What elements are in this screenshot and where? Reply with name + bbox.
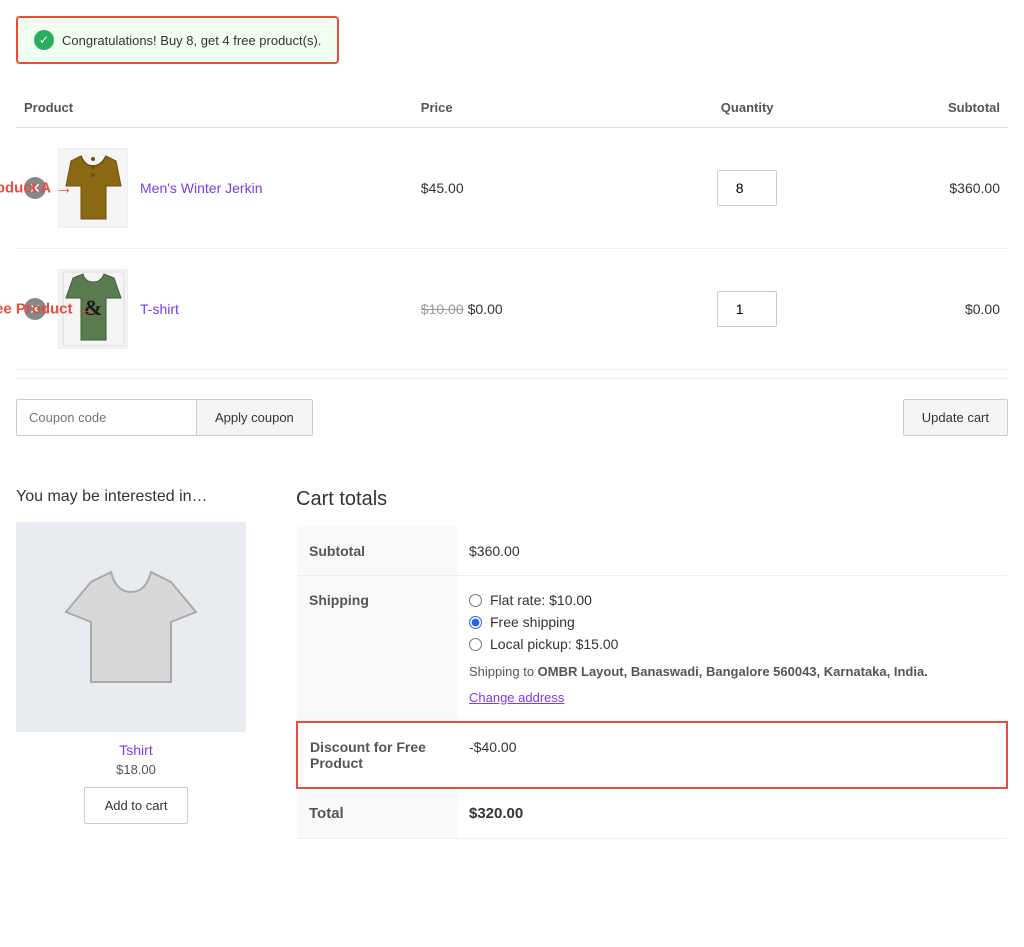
interested-section: You may be interested in… Tshirt $18.00 … bbox=[16, 488, 256, 839]
product-tshirt-link[interactable]: T-shirt bbox=[140, 301, 179, 317]
coupon-input[interactable] bbox=[16, 399, 196, 436]
annotation-product-a-label: Product A bbox=[0, 180, 51, 197]
coupon-left: Apply coupon bbox=[16, 399, 313, 436]
cart-row-tshirt: ✕ & Free Product bbox=[16, 249, 1008, 370]
flat-rate-option[interactable]: Flat rate: $10.00 bbox=[469, 592, 995, 608]
change-address-link[interactable]: Change address bbox=[469, 690, 995, 705]
cart-totals-section: Cart totals Subtotal $360.00 Shipping bbox=[296, 488, 1008, 839]
col-header-product: Product bbox=[16, 88, 413, 128]
shipping-label: Shipping bbox=[297, 576, 457, 722]
local-pickup-option[interactable]: Local pickup: $15.00 bbox=[469, 636, 995, 652]
jerkin-subtotal: $360.00 bbox=[841, 128, 1008, 249]
tshirt-price: $10.00$0.00 bbox=[413, 249, 654, 370]
shipping-address: Shipping to OMBR Layout, Banaswadi, Bang… bbox=[469, 662, 995, 682]
discount-label: Discount for Free Product bbox=[297, 722, 457, 788]
free-shipping-option[interactable]: Free shipping bbox=[469, 614, 995, 630]
free-shipping-radio[interactable] bbox=[469, 616, 482, 629]
free-product-annotation: Free Product → bbox=[0, 299, 95, 320]
interested-product-card: Tshirt $18.00 Add to cart bbox=[16, 522, 256, 824]
jerkin-price: $45.00 bbox=[413, 128, 654, 249]
flat-rate-radio[interactable] bbox=[469, 594, 482, 607]
col-header-quantity: Quantity bbox=[654, 88, 841, 128]
lower-section: You may be interested in… Tshirt $18.00 … bbox=[16, 488, 1008, 839]
product-cell-tshirt: ✕ & Free Product bbox=[24, 269, 405, 349]
coupon-row: Apply coupon Update cart bbox=[16, 378, 1008, 456]
shipping-options: Flat rate: $10.00 Free shipping Local pi… bbox=[469, 592, 995, 652]
interested-product-name[interactable]: Tshirt bbox=[16, 742, 256, 758]
cart-table: Product Price Quantity Subtotal ✕ bbox=[16, 88, 1008, 370]
product-jerkin-link[interactable]: Men's Winter Jerkin bbox=[140, 180, 262, 196]
apply-coupon-button[interactable]: Apply coupon bbox=[196, 399, 313, 436]
update-cart-button[interactable]: Update cart bbox=[903, 399, 1008, 436]
col-header-price: Price bbox=[413, 88, 654, 128]
tshirt-discounted-price: $0.00 bbox=[468, 301, 503, 317]
cart-totals-title: Cart totals bbox=[296, 488, 1008, 511]
tshirt-qty-input[interactable] bbox=[717, 291, 777, 327]
subtotal-value: $360.00 bbox=[457, 527, 1007, 576]
tshirt-subtotal: $0.00 bbox=[841, 249, 1008, 370]
interested-product-price: $18.00 bbox=[16, 762, 256, 777]
annotation-arrow: → bbox=[55, 178, 73, 199]
annotation-free-label: Free Product bbox=[0, 301, 73, 318]
check-icon: ✓ bbox=[34, 30, 54, 50]
free-shipping-label: Free shipping bbox=[490, 614, 575, 630]
banner-message: Congratulations! Buy 8, get 4 free produ… bbox=[62, 33, 321, 48]
interested-tshirt-image bbox=[16, 522, 246, 732]
tshirt-original-price: $10.00 bbox=[421, 301, 464, 317]
total-label: Total bbox=[297, 788, 457, 839]
discount-value: -$40.00 bbox=[457, 722, 1007, 788]
product-cell-jerkin: ✕ bbox=[24, 148, 405, 228]
totals-table: Subtotal $360.00 Shipping Flat rate: $10… bbox=[296, 527, 1008, 839]
flat-rate-label: Flat rate: $10.00 bbox=[490, 592, 592, 608]
annotation-free-arrow: → bbox=[77, 299, 95, 320]
shipping-row: Shipping Flat rate: $10.00 Free shipping bbox=[297, 576, 1007, 722]
total-row: Total $320.00 bbox=[297, 788, 1007, 839]
jerkin-qty-input[interactable] bbox=[717, 170, 777, 206]
local-pickup-label: Local pickup: $15.00 bbox=[490, 636, 618, 652]
success-banner: ✓ Congratulations! Buy 8, get 4 free pro… bbox=[16, 16, 339, 64]
cart-row-jerkin: ✕ bbox=[16, 128, 1008, 249]
interested-title: You may be interested in… bbox=[16, 488, 256, 506]
total-value: $320.00 bbox=[457, 788, 1007, 839]
shipping-options-cell: Flat rate: $10.00 Free shipping Local pi… bbox=[457, 576, 1007, 722]
subtotal-label: Subtotal bbox=[297, 527, 457, 576]
product-a-annotation: Product A → bbox=[0, 178, 73, 199]
discount-row: Discount for Free Product -$40.00 bbox=[297, 722, 1007, 788]
local-pickup-radio[interactable] bbox=[469, 638, 482, 651]
subtotal-row: Subtotal $360.00 bbox=[297, 527, 1007, 576]
col-header-subtotal: Subtotal bbox=[841, 88, 1008, 128]
add-to-cart-button[interactable]: Add to cart bbox=[84, 787, 189, 824]
